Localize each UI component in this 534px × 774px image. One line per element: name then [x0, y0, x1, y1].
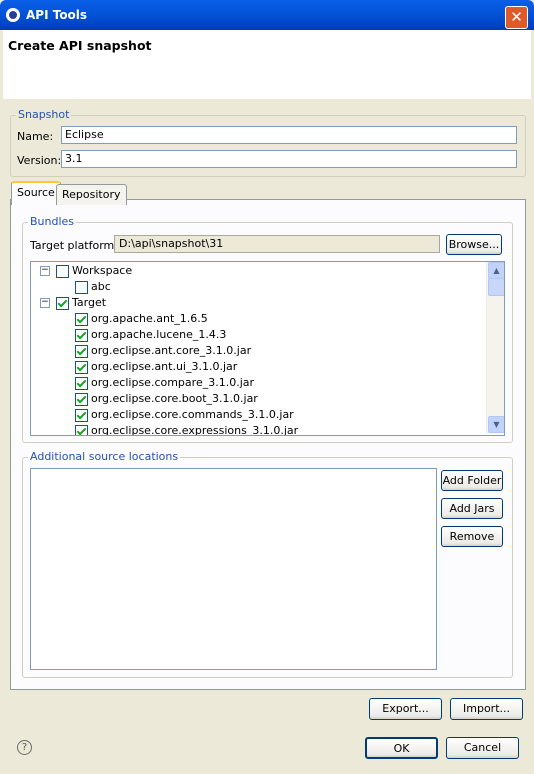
- import-button[interactable]: Import...: [450, 698, 523, 720]
- snapshot-legend: Snapshot: [16, 108, 72, 121]
- additional-locations-list[interactable]: [30, 468, 437, 670]
- tree-item-workspace[interactable]: Workspace: [72, 263, 132, 279]
- bundles-legend: Bundles: [28, 215, 77, 228]
- target-platform-field: D:\api\snapshot\31: [114, 235, 440, 253]
- export-button[interactable]: Export...: [369, 698, 442, 720]
- bundle-checkbox[interactable]: [75, 393, 88, 406]
- collapse-icon[interactable]: −: [40, 298, 50, 308]
- additional-locations-legend: Additional source locations: [28, 450, 181, 463]
- tree-item-bundle[interactable]: org.eclipse.compare_3.1.0.jar: [91, 375, 254, 391]
- tree-item-bundle[interactable]: org.eclipse.ant.ui_3.1.0.jar: [91, 359, 237, 375]
- collapse-icon[interactable]: −: [40, 266, 50, 276]
- tree-item-bundle[interactable]: org.eclipse.core.commands_3.1.0.jar: [91, 407, 294, 423]
- name-field[interactable]: Eclipse: [61, 126, 517, 144]
- bundle-checkbox[interactable]: [75, 361, 88, 374]
- bundle-checkbox[interactable]: [75, 313, 88, 326]
- tab-source[interactable]: Source: [11, 181, 61, 205]
- window-title: API Tools: [26, 8, 88, 22]
- name-label: Name:: [17, 130, 54, 143]
- target-platform-label: Target platform:: [30, 239, 118, 252]
- tab-repository[interactable]: Repository: [56, 184, 127, 205]
- tree-item-target[interactable]: Target: [72, 295, 106, 311]
- window-titlebar: API Tools ✕: [0, 0, 534, 30]
- header-divider: [3, 98, 531, 99]
- scroll-thumb[interactable]: [488, 278, 504, 296]
- tree-item-bundle[interactable]: org.apache.ant_1.6.5: [91, 311, 208, 327]
- cancel-button[interactable]: Cancel: [446, 737, 519, 759]
- bundle-checkbox[interactable]: [75, 409, 88, 422]
- ok-button[interactable]: OK: [365, 737, 438, 759]
- bundles-tree[interactable]: − Workspace abc − Target org.apache.ant_…: [30, 261, 505, 436]
- target-checkbox[interactable]: [56, 297, 69, 310]
- tree-item-bundle[interactable]: org.apache.lucene_1.4.3: [91, 327, 226, 343]
- browse-button[interactable]: Browse...: [446, 234, 502, 255]
- scroll-up-icon[interactable]: ▲: [488, 262, 504, 279]
- workspace-checkbox[interactable]: [56, 265, 69, 278]
- tree-item-bundle[interactable]: org.eclipse.core.boot_3.1.0.jar: [91, 391, 258, 407]
- eclipse-icon: [6, 8, 20, 22]
- help-icon[interactable]: ?: [17, 740, 32, 755]
- close-button[interactable]: ✕: [505, 6, 528, 29]
- bundle-checkbox[interactable]: [75, 425, 88, 435]
- tree-item-abc[interactable]: abc: [91, 279, 111, 295]
- remove-button[interactable]: Remove: [441, 526, 503, 547]
- bundle-checkbox[interactable]: [75, 377, 88, 390]
- tree-item-bundle[interactable]: org.eclipse.ant.core_3.1.0.jar: [91, 343, 251, 359]
- add-jars-button[interactable]: Add Jars: [441, 498, 503, 519]
- tree-scrollbar[interactable]: ▲ ▼: [486, 262, 504, 433]
- dialog-title: Create API snapshot: [8, 38, 152, 53]
- bundle-checkbox[interactable]: [75, 329, 88, 342]
- bundle-checkbox[interactable]: [75, 345, 88, 358]
- scroll-down-icon[interactable]: ▼: [488, 416, 504, 433]
- version-field[interactable]: 3.1: [61, 150, 517, 168]
- abc-checkbox[interactable]: [75, 281, 88, 294]
- tree-item-bundle[interactable]: org.eclipse.core.expressions_3.1.0.jar: [91, 423, 298, 435]
- add-folder-button[interactable]: Add Folder: [441, 470, 503, 491]
- dialog-header: Create API snapshot: [3, 30, 531, 99]
- version-label: Version:: [17, 154, 62, 167]
